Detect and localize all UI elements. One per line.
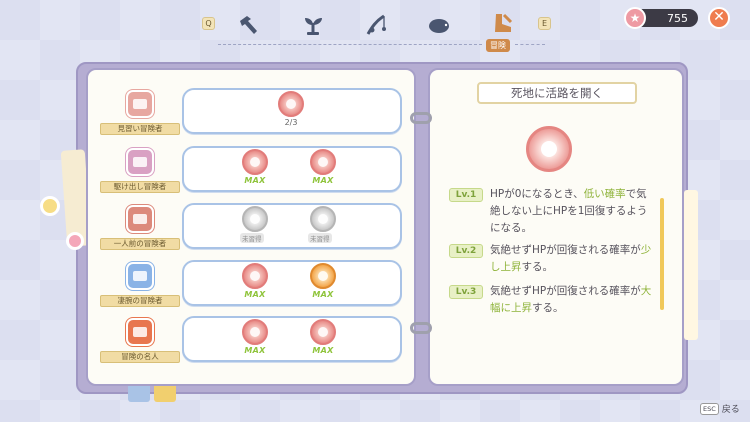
skill-badge[interactable] [310, 149, 336, 175]
skill-row [182, 146, 402, 192]
level-description: 気絶せずHPが回復される確率が少し上昇する。 [490, 242, 656, 276]
skill-row [182, 316, 402, 362]
tab-ranching[interactable] [425, 12, 453, 38]
rank-title: 凄腕の冒険者 [100, 295, 180, 307]
esc-key-icon: ESC [700, 402, 719, 415]
skill-badge[interactable] [310, 206, 336, 232]
skill-title-ribbon: 死地に活路を開く [477, 82, 637, 104]
skill-badge[interactable] [242, 149, 268, 175]
max-label: MAX [244, 346, 266, 355]
level-description: 気絶せずHPが回復される確率が大幅に上昇する。 [490, 283, 656, 317]
max-label: MAX [312, 176, 334, 185]
skill-icon [318, 157, 328, 167]
tab-fishing[interactable] [362, 12, 390, 38]
rank-icon [126, 205, 154, 233]
progress-label: 2/3 [284, 118, 298, 127]
tab-crafting[interactable] [235, 12, 263, 38]
star-icon: ★ [624, 7, 646, 29]
tab-farming[interactable] [299, 12, 327, 38]
back-button[interactable]: ESC 戻る [700, 402, 740, 415]
level-label: Lv.3 [449, 285, 483, 299]
key-hint-e: E [538, 17, 551, 30]
rank-title: 冒険の名人 [100, 351, 180, 363]
skill-badge[interactable] [278, 91, 304, 117]
skill-icon [318, 214, 328, 224]
description-text: する。 [521, 261, 554, 273]
skill-icon [250, 327, 260, 337]
selected-skill-icon [526, 126, 572, 172]
flower-icon [40, 196, 60, 216]
description-text: HPが0になるとき、 [490, 188, 584, 200]
rank-icon [126, 318, 154, 346]
fishing-rod-icon [366, 14, 386, 35]
locked-label: 未習得 [308, 233, 332, 243]
max-label: MAX [312, 290, 334, 299]
skill-icon [286, 99, 296, 109]
rank-icon [126, 148, 154, 176]
skill-title: 死地に活路を開く [511, 86, 603, 100]
active-tab-label: 冒険 [486, 39, 510, 52]
rank-icon [126, 262, 154, 290]
tab-divider [515, 44, 545, 45]
description-text: する。 [532, 302, 564, 314]
skill-badge[interactable] [242, 263, 268, 289]
adventure-boot-icon [495, 13, 513, 32]
paper-tab [684, 190, 698, 340]
rank-icon [126, 90, 154, 118]
max-label: MAX [244, 290, 266, 299]
skill-icon [318, 327, 328, 337]
rank-title: 駆け出し冒険者 [100, 181, 180, 193]
skill-badge[interactable] [242, 319, 268, 345]
skill-icon [318, 271, 328, 281]
rank-title: 見習い冒険者 [100, 123, 180, 135]
skill-icon [250, 271, 260, 281]
skill-row [182, 260, 402, 306]
key-hint-q: Q [202, 17, 215, 30]
tab-adventure[interactable] [489, 10, 517, 36]
skill-badge[interactable] [310, 319, 336, 345]
level-label: Lv.1 [449, 188, 483, 202]
book-ring [410, 112, 432, 124]
level-description: HPが0になるとき、低い確率で気絶しない上にHPを1回復するようになる。 [490, 186, 656, 237]
skill-badge[interactable] [242, 206, 268, 232]
hammer-icon [240, 16, 257, 34]
detail-scrollbar[interactable] [660, 198, 664, 310]
star-count: 755 [667, 11, 688, 25]
book-ring [410, 322, 432, 334]
highlight-text: 低い確率 [583, 188, 626, 200]
skill-row [182, 203, 402, 249]
sprout-icon [305, 18, 322, 35]
skill-icon [250, 157, 260, 167]
level-label: Lv.2 [449, 244, 483, 258]
skill-badge[interactable] [310, 263, 336, 289]
max-label: MAX [244, 176, 266, 185]
locked-label: 未習得 [240, 233, 264, 243]
hedgehog-icon [429, 19, 449, 33]
close-button[interactable]: ✕ [708, 7, 730, 29]
skill-icon [250, 214, 260, 224]
rank-title: 一人前の冒険者 [100, 238, 180, 250]
max-label: MAX [312, 346, 334, 355]
skill-emblem-icon [541, 141, 557, 157]
description-text: 気絶せずHPが回復される確率が [490, 244, 641, 256]
description-text: 気絶せずHPが回復される確率が [490, 285, 641, 297]
back-label: 戻る [721, 405, 740, 415]
tab-divider [218, 44, 482, 45]
flower-icon [66, 232, 84, 250]
